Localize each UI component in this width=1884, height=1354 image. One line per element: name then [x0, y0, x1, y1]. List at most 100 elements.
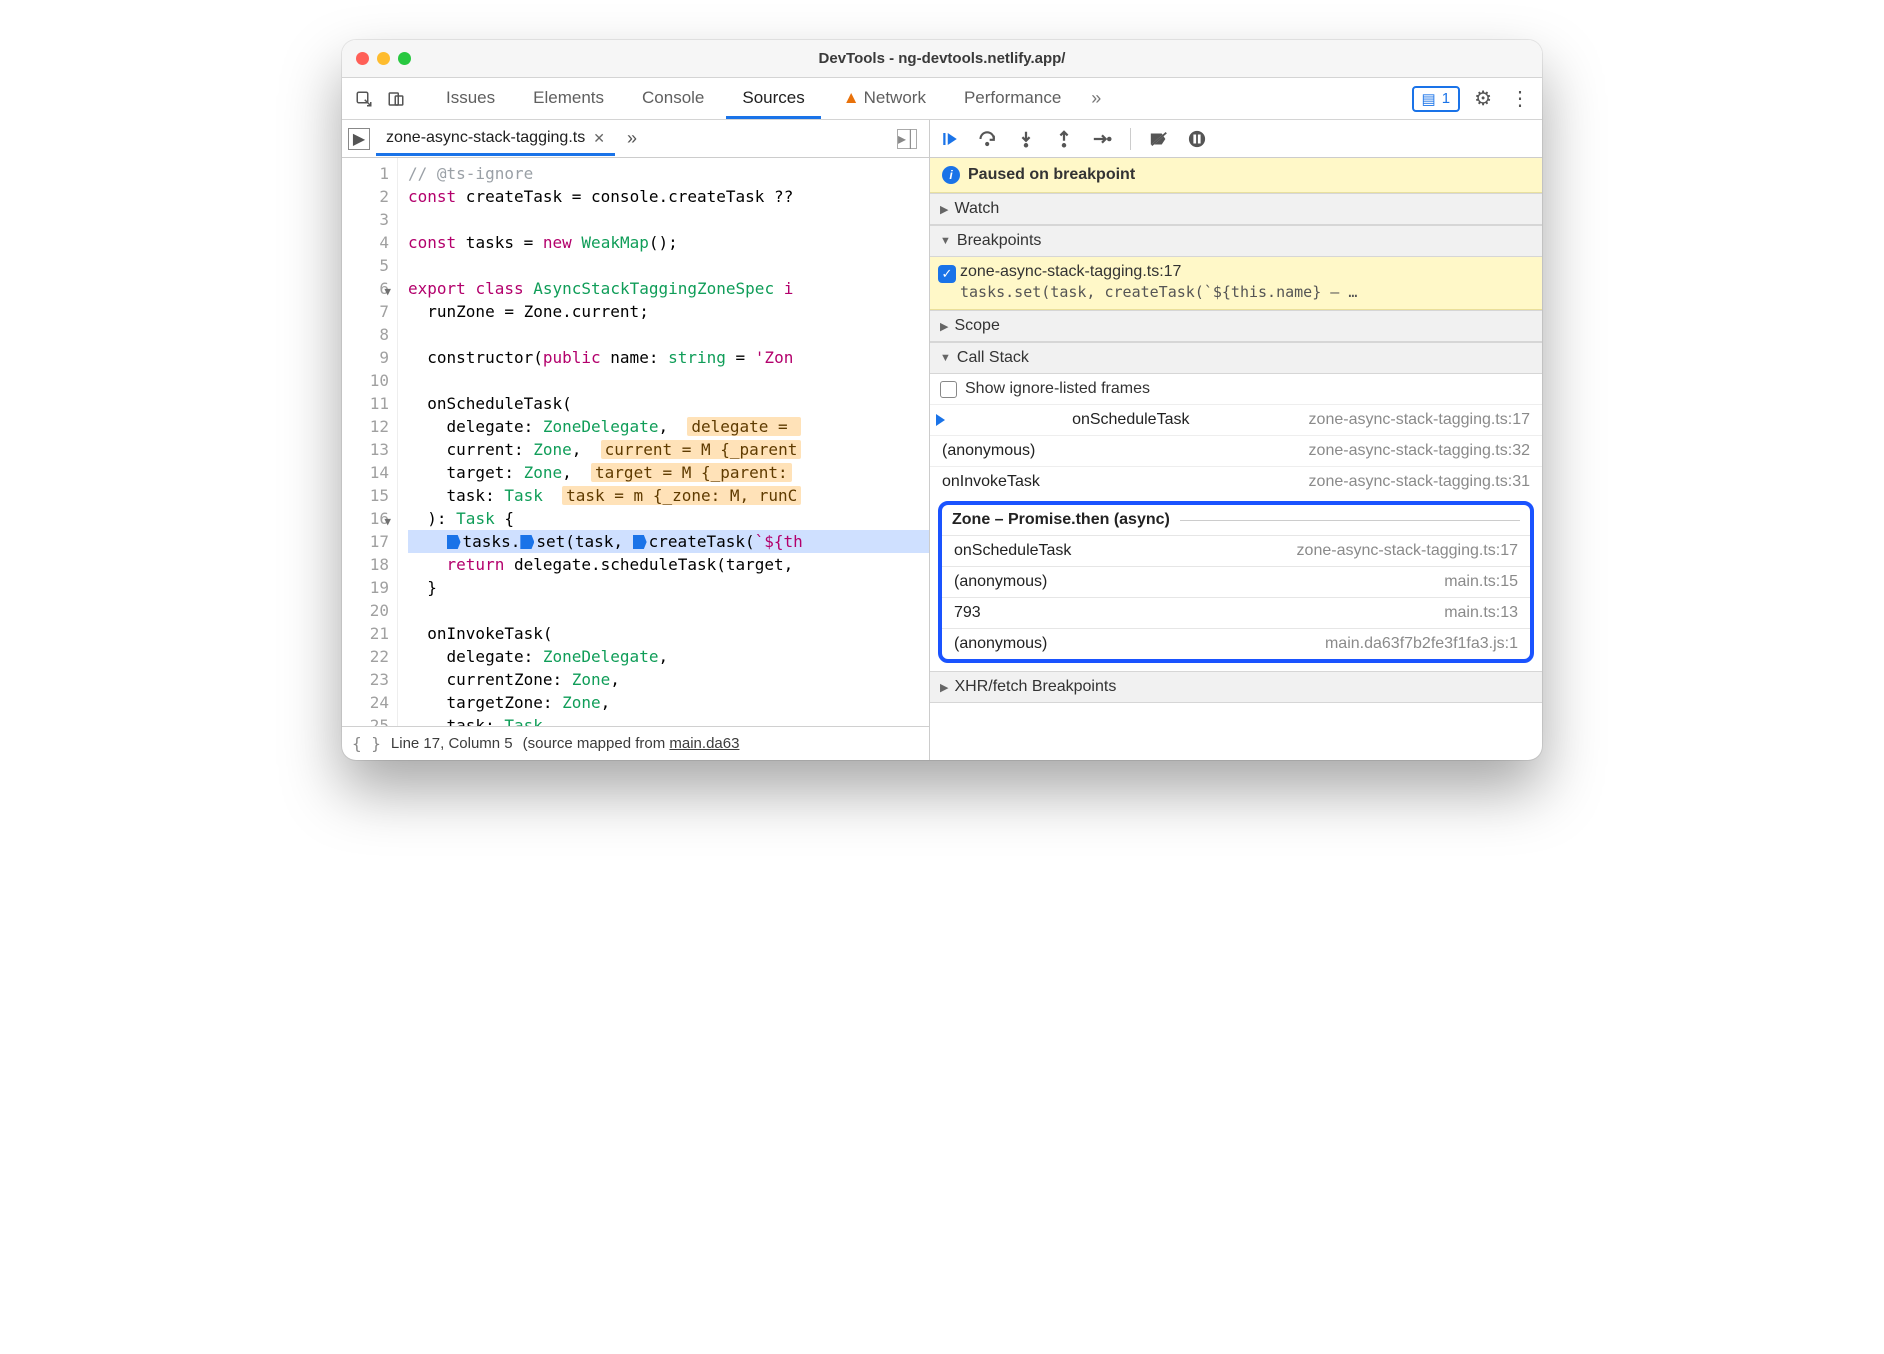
tab-elements[interactable]: Elements: [517, 78, 620, 119]
frame-location: zone-async-stack-tagging.ts:32: [1309, 442, 1530, 460]
frame-location: zone-async-stack-tagging.ts:17: [1297, 542, 1518, 560]
device-toolbar-icon[interactable]: [382, 85, 410, 113]
tab-issues[interactable]: Issues: [430, 78, 511, 119]
more-files-icon[interactable]: »: [627, 128, 637, 149]
step-out-icon[interactable]: [1054, 129, 1074, 149]
callstack-frame[interactable]: (anonymous) main.da63f7b2fe3f1fa3.js:1: [942, 628, 1530, 659]
breakpoint-snippet: tasks.set(task, createTask(`${this.name}…: [960, 283, 1532, 301]
section-scope-label: Scope: [954, 317, 999, 335]
file-tab-name: zone-async-stack-tagging.ts: [386, 129, 585, 147]
debugger-pane: i Paused on breakpoint ▶ Watch ▼ Breakpo…: [930, 120, 1542, 760]
separator: [1130, 128, 1131, 150]
editor-status-bar: { } Line 17, Column 5 (source mapped fro…: [342, 726, 929, 760]
section-breakpoints-label: Breakpoints: [957, 232, 1042, 250]
settings-icon[interactable]: ⚙: [1470, 86, 1496, 111]
pretty-print-icon[interactable]: { }: [352, 734, 381, 753]
main-split: ▶ zone-async-stack-tagging.ts ✕ » ▸│ 123…: [342, 120, 1542, 760]
deactivate-breakpoints-icon[interactable]: [1149, 129, 1169, 149]
info-icon: i: [942, 166, 960, 184]
paused-banner: i Paused on breakpoint: [930, 158, 1542, 193]
tab-performance[interactable]: Performance: [948, 78, 1077, 119]
line-gutter[interactable]: 123456▼78910111213141516▼171819202122232…: [342, 158, 398, 726]
section-watch-label: Watch: [954, 200, 999, 218]
frame-location: zone-async-stack-tagging.ts:17: [1309, 411, 1530, 429]
more-menu-icon[interactable]: ⋮: [1506, 86, 1534, 111]
cursor-position: Line 17, Column 5: [391, 735, 513, 752]
issues-counter[interactable]: ▤ 1: [1412, 86, 1461, 112]
step-over-icon[interactable]: [978, 129, 998, 149]
breakpoint-checkbox[interactable]: ✓: [938, 265, 956, 283]
frame-function: onInvokeTask: [942, 473, 1040, 491]
tab-console[interactable]: Console: [626, 78, 720, 119]
pause-exceptions-icon[interactable]: [1187, 129, 1207, 149]
callstack-frame[interactable]: onScheduleTask zone-async-stack-tagging.t…: [930, 404, 1542, 435]
snippets-run-icon[interactable]: ▸│: [897, 129, 917, 149]
section-scope[interactable]: ▶ Scope: [930, 310, 1542, 342]
section-breakpoints[interactable]: ▼ Breakpoints: [930, 225, 1542, 257]
show-ignore-listed[interactable]: Show ignore-listed frames: [930, 374, 1542, 404]
navigator-toggle-icon[interactable]: ▶: [348, 128, 370, 150]
collapse-icon: ▶: [940, 681, 948, 694]
file-tab-active[interactable]: zone-async-stack-tagging.ts ✕: [376, 121, 615, 156]
section-watch[interactable]: ▶ Watch: [930, 193, 1542, 225]
checkbox-icon[interactable]: [940, 381, 957, 398]
frame-location: main.da63f7b2fe3f1fa3.js:1: [1325, 635, 1518, 653]
step-into-icon[interactable]: [1016, 129, 1036, 149]
frame-function: (anonymous): [942, 442, 1035, 460]
section-callstack[interactable]: ▼ Call Stack: [930, 342, 1542, 374]
frame-location: main.ts:15: [1444, 573, 1518, 591]
paused-label: Paused on breakpoint: [968, 166, 1135, 184]
callstack-frame[interactable]: (anonymous) main.ts:15: [942, 566, 1530, 597]
async-stack-group: Zone – Promise.then (async) onScheduleTa…: [938, 501, 1534, 663]
more-tabs-icon[interactable]: »: [1081, 88, 1111, 109]
frame-location: main.ts:13: [1444, 604, 1518, 622]
debug-toolbar: [930, 120, 1542, 158]
collapse-icon: ▶: [940, 203, 948, 216]
resume-icon[interactable]: [940, 129, 960, 149]
step-icon[interactable]: [1092, 129, 1112, 149]
breakpoint-item[interactable]: ✓ zone-async-stack-tagging.ts:17 tasks.s…: [930, 257, 1542, 310]
issue-count: 1: [1442, 90, 1450, 107]
section-xhr-breakpoints[interactable]: ▶ XHR/fetch Breakpoints: [930, 671, 1542, 703]
collapse-icon: ▶: [940, 320, 948, 333]
callstack-frame[interactable]: onInvokeTask zone-async-stack-tagging.ts:…: [930, 466, 1542, 497]
expand-icon: ▼: [940, 352, 951, 364]
inspect-element-icon[interactable]: [350, 85, 378, 113]
frame-function: (anonymous): [954, 635, 1047, 653]
frame-function: 793: [954, 604, 981, 622]
async-group-header: Zone – Promise.then (async): [942, 505, 1530, 535]
tab-network-label: Network: [864, 88, 926, 107]
callstack-frame[interactable]: (anonymous) zone-async-stack-tagging.ts:3…: [930, 435, 1542, 466]
async-label: Zone – Promise.then (async): [952, 511, 1170, 529]
mapping-text: (source mapped from main.da63: [523, 735, 740, 752]
source-map-link[interactable]: main.da63: [669, 735, 739, 752]
code-content[interactable]: // @ts-ignoreconst createTask = console.…: [398, 158, 929, 726]
tab-sources[interactable]: Sources: [726, 78, 820, 119]
callstack-frame[interactable]: onScheduleTask zone-async-stack-tagging.t…: [942, 535, 1530, 566]
breakpoint-location: zone-async-stack-tagging.ts:17: [960, 263, 1532, 281]
file-tab-bar: ▶ zone-async-stack-tagging.ts ✕ » ▸│: [342, 120, 929, 158]
tab-network[interactable]: ▲Network: [827, 78, 942, 119]
callstack-body: Show ignore-listed frames onScheduleTask…: [930, 374, 1542, 671]
window-title: DevTools - ng-devtools.netlify.app/: [342, 50, 1542, 67]
frame-function: (anonymous): [954, 573, 1047, 591]
source-pane: ▶ zone-async-stack-tagging.ts ✕ » ▸│ 123…: [342, 120, 930, 760]
frame-function: onScheduleTask: [1072, 411, 1189, 429]
breakpoints-list: ✓ zone-async-stack-tagging.ts:17 tasks.s…: [930, 257, 1542, 310]
section-xhr-label: XHR/fetch Breakpoints: [954, 678, 1116, 696]
panel-tabs: Issues Elements Console Sources ▲Network…: [430, 78, 1077, 119]
titlebar: DevTools - ng-devtools.netlify.app/: [342, 40, 1542, 78]
close-tab-icon[interactable]: ✕: [593, 130, 605, 147]
message-icon: ▤: [1422, 90, 1436, 108]
frame-function: onScheduleTask: [954, 542, 1071, 560]
warning-icon: ▲: [843, 88, 860, 107]
show-ignore-label: Show ignore-listed frames: [965, 380, 1150, 398]
frame-location: zone-async-stack-tagging.ts:31: [1309, 473, 1530, 491]
code-editor[interactable]: 123456▼78910111213141516▼171819202122232…: [342, 158, 929, 726]
mapping-prefix: (source mapped from: [523, 735, 670, 752]
section-callstack-label: Call Stack: [957, 349, 1029, 367]
devtools-window: DevTools - ng-devtools.netlify.app/ Issu…: [342, 40, 1542, 760]
callstack-frame[interactable]: 793 main.ts:13: [942, 597, 1530, 628]
main-toolbar: Issues Elements Console Sources ▲Network…: [342, 78, 1542, 120]
expand-icon: ▼: [940, 235, 951, 247]
